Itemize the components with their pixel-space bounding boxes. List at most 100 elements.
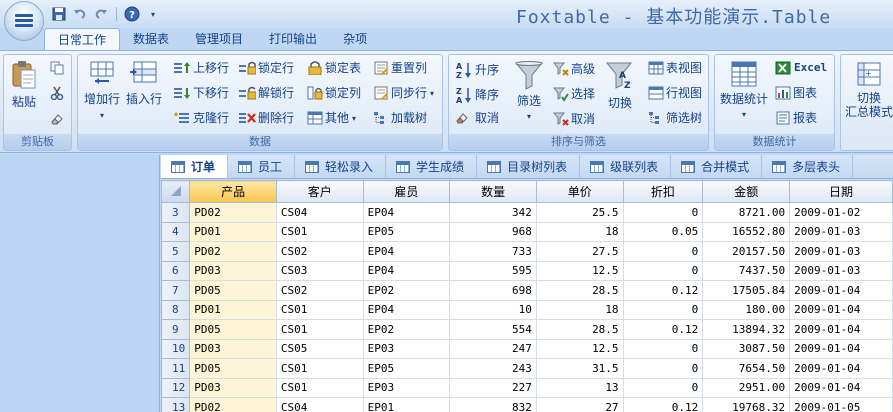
row-header[interactable]: 5 bbox=[161, 241, 191, 262]
table-cell[interactable]: 12.5 bbox=[535, 260, 624, 281]
table-cell[interactable]: 247 bbox=[449, 338, 537, 359]
table-row[interactable]: 6 PD03 CS03 EP04 595 12.5 0 7437.50 2009-01-03 bbox=[161, 260, 893, 281]
unlock-row-button[interactable]: 解锁行 bbox=[238, 86, 294, 100]
row-header[interactable]: 13 bbox=[161, 397, 191, 412]
row-header[interactable]: 11 bbox=[161, 358, 191, 379]
table-cell[interactable]: PD02 bbox=[189, 397, 277, 412]
table-row[interactable]: 12 PD03 CS01 EP03 227 13 0 2951.00 2009-01-04 bbox=[161, 377, 893, 398]
table-row[interactable]: 13 PD02 CS04 EP01 832 27 0.12 19768.32 2009-01-0… bbox=[161, 397, 893, 412]
add-row-button[interactable]: 增加行 ▾ bbox=[83, 60, 121, 120]
table-cell[interactable]: 2009-01-03 bbox=[789, 260, 893, 281]
column-header-quantity[interactable]: 数量 bbox=[449, 180, 537, 203]
lock-table-button[interactable]: 锁定表 bbox=[307, 61, 361, 75]
row-header[interactable]: 10 bbox=[161, 338, 191, 359]
table-cell[interactable]: 20157.50 bbox=[702, 241, 791, 262]
tab-data-table[interactable]: 数据表 bbox=[120, 28, 182, 50]
table-row[interactable]: 7 PD05 CS02 EP02 698 28.5 0.12 17505.84 2009-01-… bbox=[161, 280, 893, 301]
table-cell[interactable]: PD03 bbox=[189, 338, 277, 359]
tab-misc[interactable]: 杂项 bbox=[330, 28, 380, 50]
table-cell[interactable]: 18 bbox=[535, 299, 624, 320]
table-cell[interactable]: EP03 bbox=[362, 377, 451, 398]
lock-column-button[interactable]: 锁定列 bbox=[307, 86, 361, 100]
sort-descending-button[interactable]: ZA 降序 bbox=[455, 86, 499, 104]
tab-manage-project[interactable]: 管理项目 bbox=[182, 28, 256, 50]
table-cell[interactable]: 180.00 bbox=[702, 299, 791, 320]
table-cell[interactable]: EP03 bbox=[362, 338, 451, 359]
table-row[interactable]: 10 PD03 CS05 EP03 247 12.5 0 3087.50 2009-01-04 bbox=[161, 338, 893, 359]
column-header-date[interactable]: 日期 bbox=[789, 180, 893, 203]
table-cell[interactable]: PD01 bbox=[189, 221, 277, 242]
table-cell[interactable]: 2009-01-05 bbox=[789, 397, 893, 412]
table-cell[interactable]: PD02 bbox=[189, 241, 277, 262]
filter-tree-button[interactable]: 筛选树 bbox=[648, 111, 702, 125]
table-cell[interactable]: EP02 bbox=[362, 280, 451, 301]
table-cell[interactable]: EP04 bbox=[362, 260, 451, 281]
table-row[interactable]: 5 PD02 CS02 EP04 733 27.5 0 20157.50 2009-01-03 bbox=[161, 241, 893, 262]
tab-print-output[interactable]: 打印输出 bbox=[256, 28, 330, 50]
table-cell[interactable]: PD05 bbox=[189, 319, 277, 340]
table-cell[interactable]: 243 bbox=[449, 358, 537, 379]
table-cell[interactable]: 7437.50 bbox=[702, 260, 791, 281]
lock-row-button[interactable]: 锁定行 bbox=[238, 61, 294, 75]
table-cell[interactable]: EP02 bbox=[362, 319, 451, 340]
table-cell[interactable]: 16552.80 bbox=[702, 221, 791, 242]
paste-button[interactable]: 粘贴 bbox=[9, 60, 39, 109]
table-cell[interactable]: PD05 bbox=[189, 358, 277, 379]
table-cell[interactable]: CS01 bbox=[275, 299, 364, 320]
table-cell[interactable]: 13 bbox=[535, 377, 624, 398]
app-menu-button[interactable] bbox=[4, 1, 44, 41]
tab-multi-header[interactable]: 多层表头 bbox=[762, 155, 854, 178]
table-cell[interactable]: 2009-01-04 bbox=[789, 377, 893, 398]
tab-daily-work[interactable]: 日常工作 bbox=[44, 28, 121, 50]
table-cell[interactable]: CS01 bbox=[275, 221, 364, 242]
move-up-button[interactable]: 上移行 bbox=[173, 61, 229, 75]
tab-merge-mode[interactable]: 合并模式 bbox=[671, 155, 763, 178]
table-row[interactable]: 9 PD05 CS01 EP02 554 28.5 0.12 13894.32 2009-01-… bbox=[161, 319, 893, 340]
table-cell[interactable]: 18 bbox=[535, 221, 624, 242]
sort-ascending-button[interactable]: AZ 升序 bbox=[455, 61, 499, 79]
cancel-filter-button[interactable]: 取消 bbox=[553, 111, 595, 127]
row-view-button[interactable]: 行视图 bbox=[648, 86, 702, 100]
sync-row-button[interactable]: 同步行 ▾ bbox=[373, 86, 434, 100]
table-cell[interactable]: CS02 bbox=[275, 241, 364, 262]
table-cell[interactable]: 10 bbox=[449, 299, 537, 320]
column-header-customer[interactable]: 客户 bbox=[275, 180, 364, 203]
row-header[interactable]: 9 bbox=[161, 319, 191, 340]
table-cell[interactable]: EP01 bbox=[362, 397, 451, 412]
advanced-filter-button[interactable]: 高级 bbox=[553, 61, 595, 77]
copy-button[interactable] bbox=[50, 61, 64, 75]
table-cell[interactable]: 2009-01-03 bbox=[789, 241, 893, 262]
table-cell[interactable]: CS01 bbox=[275, 358, 364, 379]
table-cell[interactable]: 17505.84 bbox=[702, 280, 791, 301]
select-filter-button[interactable]: 选择 bbox=[553, 86, 595, 102]
column-header-amount[interactable]: 金额 bbox=[702, 180, 791, 203]
table-cell[interactable]: 27 bbox=[535, 397, 624, 412]
table-cell[interactable]: PD05 bbox=[189, 280, 277, 301]
insert-row-button[interactable]: 插入行 bbox=[124, 60, 164, 106]
table-cell[interactable]: 595 bbox=[449, 260, 537, 281]
table-cell[interactable]: 28.5 bbox=[535, 280, 624, 301]
table-cell[interactable]: EP04 bbox=[362, 299, 451, 320]
table-cell[interactable]: 0.12 bbox=[622, 397, 704, 412]
table-cell[interactable]: CS02 bbox=[275, 280, 364, 301]
table-cell[interactable]: 698 bbox=[449, 280, 537, 301]
table-cell[interactable]: 0 bbox=[622, 260, 704, 281]
tab-cascade-list[interactable]: 级联列表 bbox=[580, 155, 672, 178]
table-row[interactable]: 3 PD02 CS04 EP04 342 25.5 0 8721.00 2009-01-02 bbox=[161, 202, 893, 223]
table-cell[interactable]: PD01 bbox=[189, 299, 277, 320]
table-cell[interactable]: 25.5 bbox=[535, 202, 624, 223]
excel-button[interactable]: Excel bbox=[775, 61, 827, 75]
table-cell[interactable]: 0 bbox=[622, 358, 704, 379]
table-cell[interactable]: 2009-01-04 bbox=[789, 280, 893, 301]
reset-column-button[interactable]: 重置列 bbox=[373, 61, 427, 75]
table-cell[interactable]: 0.12 bbox=[622, 280, 704, 301]
table-cell[interactable]: 342 bbox=[449, 202, 537, 223]
row-header[interactable]: 12 bbox=[161, 377, 191, 398]
table-cell[interactable]: 0 bbox=[622, 338, 704, 359]
other-button[interactable]: 其他 ▾ bbox=[307, 111, 356, 125]
table-cell[interactable]: 27.5 bbox=[535, 241, 624, 262]
table-cell[interactable]: 968 bbox=[449, 221, 537, 242]
row-header[interactable]: 8 bbox=[161, 299, 191, 320]
tab-student-scores[interactable]: 学生成绩 bbox=[386, 155, 478, 178]
column-header-product[interactable]: 产品 bbox=[189, 180, 277, 203]
